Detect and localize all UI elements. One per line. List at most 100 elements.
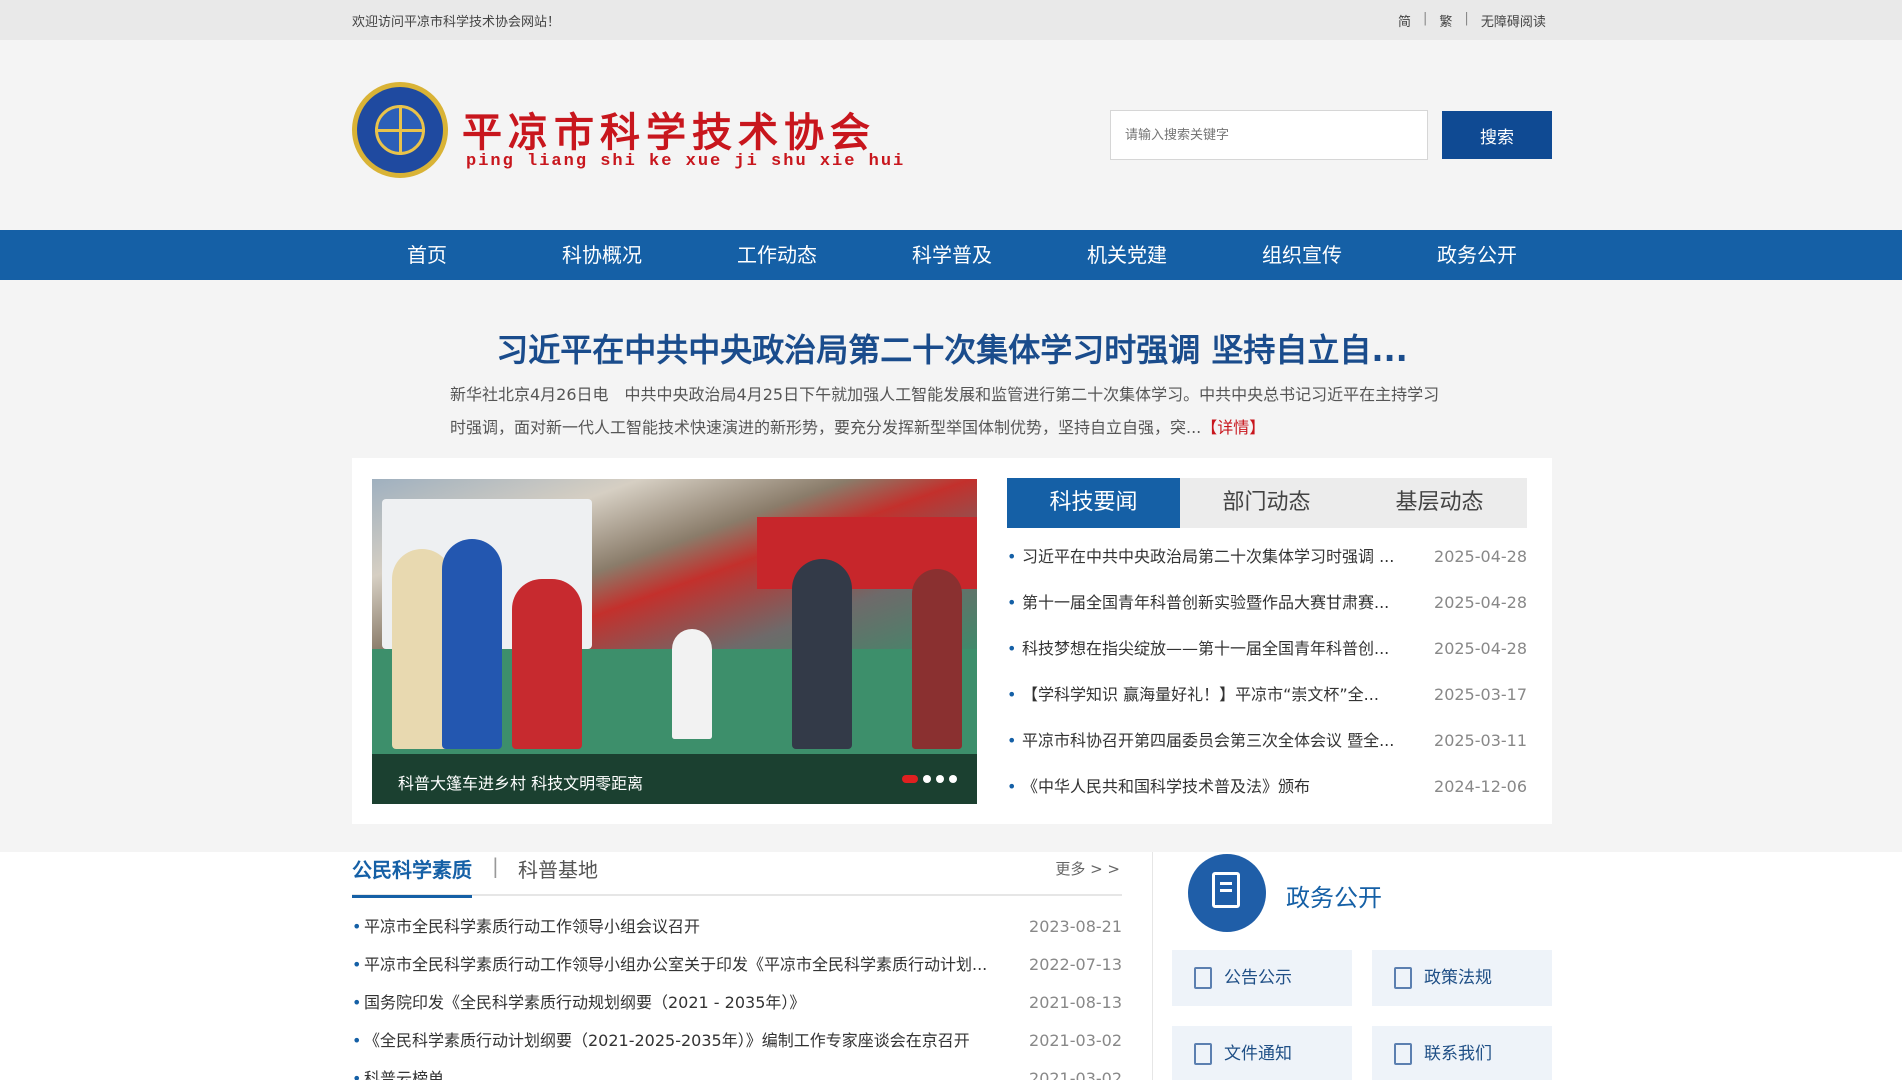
search-button[interactable]: 搜索 — [1442, 111, 1552, 159]
welcome-text: 欢迎访问平凉市科学技术协会网站！ — [352, 15, 561, 30]
bullet: • — [352, 955, 362, 974]
lower-news-title[interactable]: 国务院印发《全民科学素质行动规划纲要（2021 - 2035年）》 — [364, 986, 1004, 1020]
list-item[interactable]: • 习近平在中共中央政治局第二十次集体学习时强调 ... 2025-04-28 — [1007, 538, 1527, 584]
headline-summary: 新华社北京4月26日电 中共中央政治局4月25日下午就加强人工智能发展和监管进行… — [450, 378, 1450, 444]
top-links: 简 | 繁 | 无障碍阅读 — [1398, 11, 1546, 30]
lower-news-title[interactable]: 科普云榜单 — [364, 1062, 1004, 1080]
list-item[interactable]: • 科技梦想在指尖绽放——第十一届全国青年科普创... 2025-04-28 — [1007, 630, 1527, 676]
tab-science-bases[interactable]: 科普基地 — [518, 854, 598, 883]
lower-news-date: 2023-08-21 — [1029, 917, 1122, 936]
news-title[interactable]: 平凉市科协召开第四届委员会第三次全体会议 暨全... — [1022, 722, 1402, 760]
lower-news-title[interactable]: 平凉市全民科学素质行动工作领导小组会议召开 — [364, 910, 1004, 944]
nav-item-science-popularization[interactable]: 科学普及 — [877, 230, 1027, 280]
news-date: 2025-04-28 — [1434, 639, 1527, 658]
announcement-button[interactable]: 公告公示 — [1172, 950, 1352, 1006]
bullet: • — [1007, 639, 1017, 658]
main-nav: 首页 科协概况 工作动态 科学普及 机关党建 组织宣传 政务公开 — [0, 230, 1902, 280]
news-date: 2025-03-17 — [1434, 685, 1527, 704]
nav-item-home[interactable]: 首页 — [352, 230, 502, 280]
nav-item-work-news[interactable]: 工作动态 — [702, 230, 852, 280]
list-item[interactable]: • 【学科学知识 赢海量好礼！】平凉市“崇文杯”全... 2025-03-17 — [1007, 676, 1527, 722]
science-literacy-tabs: 公民科学素质 | 科普基地 更多 > > — [352, 852, 1122, 898]
news-list: • 习近平在中共中央政治局第二十次集体学习时强调 ... 2025-04-28 • 第… — [1007, 538, 1527, 814]
headline-title[interactable]: 习近平在中共中央政治局第二十次集体学习时强调 坚持自立自... — [352, 325, 1552, 371]
slide-caption: 科普大篷车进乡村 科技文明零距离 — [398, 774, 644, 793]
bullet: • — [1007, 685, 1017, 704]
bullet: • — [352, 1031, 362, 1050]
nav-item-gov-affairs[interactable]: 政务公开 — [1402, 230, 1552, 280]
emblem-icon — [352, 82, 448, 178]
slide-dots — [902, 775, 957, 783]
slide-dot[interactable] — [902, 775, 918, 783]
slide-photo-person — [442, 539, 502, 749]
bullet: • — [1007, 731, 1017, 750]
news-date: 2024-12-06 — [1434, 777, 1527, 796]
tab-department-news[interactable]: 部门动态 — [1180, 478, 1353, 528]
contact-us-label: 联系我们 — [1424, 1044, 1492, 1064]
news-title[interactable]: 【学科学知识 赢海量好礼！】平凉市“崇文杯”全... — [1022, 676, 1402, 714]
document-notice-icon — [1194, 1043, 1212, 1065]
nav-item-publicity[interactable]: 组织宣传 — [1227, 230, 1377, 280]
list-item[interactable]: • 平凉市科协召开第四届委员会第三次全体会议 暨全... 2025-03-11 — [1007, 722, 1527, 768]
policy-regulations-button[interactable]: 政策法规 — [1372, 950, 1552, 1006]
lower-news-title[interactable]: 《全民科学素质行动计划纲要（2021-2025-2035年）》编制工作专家座谈会… — [364, 1024, 1004, 1058]
policy-document-icon — [1394, 967, 1412, 989]
science-literacy-list: • 平凉市全民科学素质行动工作领导小组会议召开 2023-08-21 • 平凉市全民科… — [352, 910, 1122, 1080]
document-notice-label: 文件通知 — [1224, 1044, 1292, 1064]
contact-icon — [1394, 1043, 1412, 1065]
list-item[interactable]: • 科普云榜单 2021-03-02 — [352, 1062, 1122, 1080]
logo-title: 平凉市科学技术协会 — [462, 109, 876, 156]
policy-regulations-label: 政策法规 — [1424, 968, 1492, 988]
slide-dot[interactable] — [949, 775, 957, 783]
simplified-chinese-link[interactable]: 简 — [1398, 11, 1411, 30]
bullet: • — [352, 993, 362, 1012]
tab-tech-news[interactable]: 科技要闻 — [1007, 478, 1180, 528]
bullet: • — [352, 1069, 362, 1080]
nav-item-party-building[interactable]: 机关党建 — [1052, 230, 1202, 280]
bullet: • — [1007, 777, 1017, 796]
link-separator: | — [1423, 11, 1428, 26]
headline-summary-text: 新华社北京4月26日电 中共中央政治局4月25日下午就加强人工智能发展和监管进行… — [450, 385, 1440, 437]
nav-item-overview[interactable]: 科协概况 — [527, 230, 677, 280]
list-item[interactable]: • 平凉市全民科学素质行动工作领导小组办公室关于印发《平凉市全民科学素质行动计划.… — [352, 948, 1122, 986]
list-item[interactable]: • 第十一届全国青年科普创新实验暨作品大赛甘肃赛... 2025-04-28 — [1007, 584, 1527, 630]
search-input[interactable] — [1110, 110, 1428, 160]
slide-photo-robot — [672, 629, 712, 739]
slide-dot[interactable] — [923, 775, 931, 783]
link-separator: | — [1464, 11, 1469, 26]
accessibility-link[interactable]: 无障碍阅读 — [1481, 11, 1546, 30]
news-title[interactable]: 科技梦想在指尖绽放——第十一届全国青年科普创... — [1022, 630, 1402, 668]
top-bar: 欢迎访问平凉市科学技术协会网站！ 简 | 繁 | 无障碍阅读 — [0, 0, 1902, 40]
news-date: 2025-04-28 — [1434, 593, 1527, 612]
lower-news-date: 2021-03-02 — [1029, 1031, 1122, 1050]
headline-more-link[interactable]: 【详情】 — [1201, 418, 1265, 437]
tab-separator: | — [492, 854, 499, 878]
more-link[interactable]: 更多 > > — [1055, 858, 1120, 879]
tab-grassroots-news[interactable]: 基层动态 — [1353, 478, 1526, 528]
news-title[interactable]: 《中华人民共和国科学技术普及法》颁布 — [1022, 768, 1402, 806]
gov-affairs-document-icon — [1188, 854, 1266, 932]
gov-affairs-title[interactable]: 政务公开 — [1286, 878, 1382, 913]
site-logo[interactable]: 平凉市科学技术协会 ping liang shi ke xue ji shu x… — [352, 82, 903, 182]
slide-photo-person — [912, 569, 962, 749]
traditional-chinese-link[interactable]: 繁 — [1439, 11, 1452, 30]
section-divider — [1152, 852, 1153, 1080]
lower-news-date: 2022-07-13 — [1029, 955, 1122, 974]
lower-news-title[interactable]: 平凉市全民科学素质行动工作领导小组办公室关于印发《平凉市全民科学素质行动计划..… — [364, 948, 1004, 982]
slide-dot[interactable] — [936, 775, 944, 783]
news-date: 2025-04-28 — [1434, 547, 1527, 566]
document-notice-button[interactable]: 文件通知 — [1172, 1026, 1352, 1080]
list-item[interactable]: • 《中华人民共和国科学技术普及法》颁布 2024-12-06 — [1007, 768, 1527, 814]
tab-civic-science-literacy[interactable]: 公民科学素质 — [352, 854, 472, 898]
announcement-label: 公告公示 — [1224, 968, 1292, 988]
slide-photo-person — [792, 559, 852, 749]
news-title[interactable]: 第十一届全国青年科普创新实验暨作品大赛甘肃赛... — [1022, 584, 1402, 622]
list-item[interactable]: • 平凉市全民科学素质行动工作领导小组会议召开 2023-08-21 — [352, 910, 1122, 948]
list-item[interactable]: • 《全民科学素质行动计划纲要（2021-2025-2035年）》编制工作专家座谈… — [352, 1024, 1122, 1062]
image-slideshow[interactable]: 科普大篷车进乡村 科技文明零距离 — [372, 479, 977, 804]
list-item[interactable]: • 国务院印发《全民科学素质行动规划纲要（2021 - 2035年）》 2021-0… — [352, 986, 1122, 1024]
bullet: • — [1007, 593, 1017, 612]
news-title[interactable]: 习近平在中共中央政治局第二十次集体学习时强调 ... — [1022, 538, 1402, 576]
contact-us-button[interactable]: 联系我们 — [1372, 1026, 1552, 1080]
lower-news-date: 2021-08-13 — [1029, 993, 1122, 1012]
